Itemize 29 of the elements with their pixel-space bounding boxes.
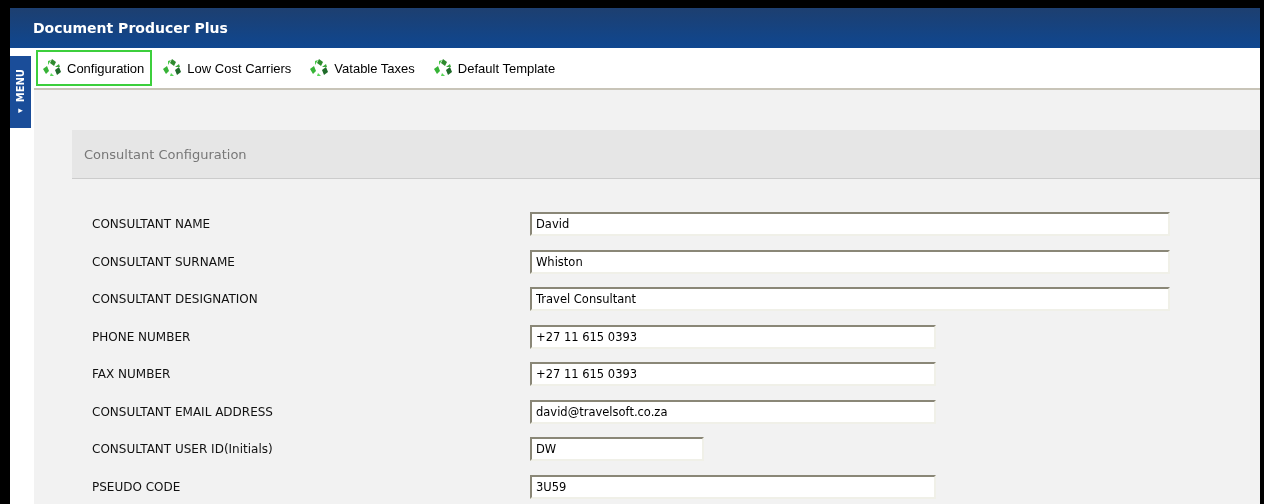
field-label: PSEUDO CODE (91, 479, 182, 494)
field-label: CONSULTANT USER ID(Initials) (91, 442, 274, 456)
menu-label[interactable]: MENU (14, 69, 27, 103)
field-label: FAX NUMBER (91, 367, 172, 381)
field-label: CONSULTANT NAME (91, 217, 212, 231)
input-field[interactable]: Whiston (530, 249, 1170, 274)
input-field[interactable]: +27 11 615 0393 (530, 362, 936, 386)
menu-tab[interactable]: MENU ▸ (10, 56, 31, 128)
field-label: PHONE NUMBER (91, 329, 192, 344)
input-field[interactable]: david@travelsoft.co.za (530, 399, 936, 424)
window-title: Document Producer Plus (33, 20, 228, 36)
section-title: Consultant Configuration (84, 146, 247, 162)
tab[interactable]: Low Cost Carriers (156, 50, 300, 86)
input-field[interactable]: 3U59 (530, 474, 936, 499)
tab[interactable]: Vatable Taxes (303, 50, 423, 86)
tab[interactable]: Configuration (36, 50, 153, 86)
field-label: CONSULTANT EMAIL ADDRESS (91, 404, 274, 419)
input-field[interactable]: DW (530, 437, 704, 461)
recycle-icon (42, 58, 62, 78)
recycle-icon (309, 58, 330, 78)
recycle-icon (162, 58, 183, 78)
tab[interactable]: Default Template (426, 50, 564, 86)
input-field[interactable]: David (530, 212, 1170, 236)
recycle-icon (432, 58, 453, 78)
input-field[interactable]: +27 11 615 0393 (530, 324, 936, 349)
caret-icon[interactable]: ▸ (18, 104, 23, 115)
field-label: CONSULTANT SURNAME (91, 254, 236, 269)
input-field[interactable]: Travel Consultant (530, 287, 1170, 311)
field-label: CONSULTANT DESIGNATION (91, 292, 259, 306)
